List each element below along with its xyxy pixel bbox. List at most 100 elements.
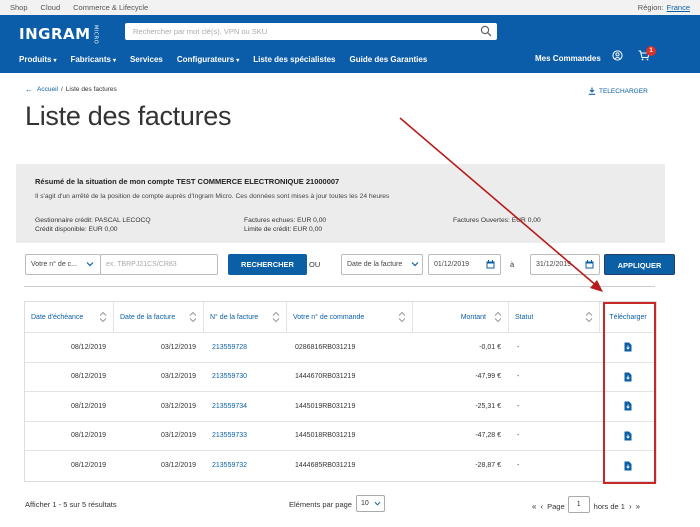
invoice-table: Date d'échéance Date de la facture N° de… xyxy=(24,301,657,482)
order-number-cell: 1445018RB031219 xyxy=(295,432,356,440)
col-download: Télécharger xyxy=(609,313,647,321)
ingram-logo[interactable]: INGRAM MICRO xyxy=(19,25,99,44)
calendar-icon[interactable] xyxy=(486,260,495,271)
breadcrumb: ← Accueil / Liste des factures xyxy=(25,85,117,94)
page-number-input[interactable]: 1 xyxy=(567,496,590,513)
order-number-cell: 1445019RB031219 xyxy=(295,402,356,410)
nav-specialistes[interactable]: Liste des spécialistes xyxy=(253,55,335,64)
search-icon[interactable] xyxy=(480,25,492,39)
my-orders-link[interactable]: Mes Commandes xyxy=(535,54,601,63)
account-summary: Résumé de la situation de mon compte TES… xyxy=(16,164,665,243)
due-date-cell: 08/12/2019 xyxy=(70,432,106,440)
chevron-down-icon xyxy=(86,260,94,270)
sort-icon[interactable] xyxy=(99,311,107,325)
status-cell: - xyxy=(517,402,520,410)
sort-icon[interactable] xyxy=(494,311,502,325)
invoice-number-link[interactable]: 213559730 xyxy=(204,363,287,392)
download-pdf-icon[interactable] xyxy=(600,363,656,392)
nav-produits[interactable]: Produits ▾ xyxy=(19,55,56,64)
sort-icon[interactable] xyxy=(398,311,406,325)
amount-cell: -25,31 € xyxy=(475,402,501,410)
main-header: INGRAM MICRO Rechercher par mot clé(s), V… xyxy=(0,15,700,73)
apply-button[interactable]: APPLIQUER xyxy=(604,254,675,275)
invoice-number-link[interactable]: 213559732 xyxy=(204,451,287,481)
download-button[interactable]: TELECHARGER xyxy=(588,87,648,95)
table-footer: Afficher 1 - 5 sur 5 résultats Eléments … xyxy=(0,495,700,514)
col-invoice-number[interactable]: N° de la facture xyxy=(204,302,287,332)
invoice-number-link[interactable]: 213559733 xyxy=(204,422,287,451)
first-page-icon[interactable]: « xyxy=(532,502,536,511)
calendar-icon[interactable] xyxy=(585,260,594,271)
region-selector[interactable]: France xyxy=(667,3,690,12)
download-pdf-icon[interactable] xyxy=(600,333,656,362)
col-due-date[interactable]: Date d'échéance xyxy=(25,302,114,332)
order-number-input[interactable]: ex. TBRPJ21CS/CR83 xyxy=(100,254,218,275)
breadcrumb-home[interactable]: Accueil xyxy=(37,86,58,93)
table-row: 08/12/2019 03/12/2019 213559728 0286816R… xyxy=(25,333,656,363)
cloud-link[interactable]: Cloud xyxy=(41,3,61,12)
per-page-select[interactable]: 10 xyxy=(356,495,385,512)
download-pdf-icon[interactable] xyxy=(600,422,656,451)
chevron-down-icon: ▾ xyxy=(112,57,116,64)
amount-cell: -28,87 € xyxy=(475,462,501,470)
user-icon[interactable] xyxy=(612,50,623,63)
download-pdf-icon[interactable] xyxy=(600,451,656,481)
sort-icon[interactable] xyxy=(272,311,280,325)
nav-garanties[interactable]: Guide des Garanties xyxy=(350,55,428,64)
status-cell: - xyxy=(517,432,520,440)
date-type-select[interactable]: Date de la facture xyxy=(341,254,423,275)
invoice-number-link[interactable]: 213559734 xyxy=(204,392,287,421)
due-date-cell: 08/12/2019 xyxy=(70,402,106,410)
filter-bar: Votre n° de c... ex. TBRPJ21CS/CR83 RECH… xyxy=(0,254,700,278)
nav-fabricants[interactable]: Fabricants ▾ xyxy=(70,55,115,64)
amount-cell: -47,99 € xyxy=(475,373,501,381)
to-label: à xyxy=(510,260,515,269)
nav-services[interactable]: Services xyxy=(130,55,163,64)
or-label: OU xyxy=(309,260,321,269)
breadcrumb-current: Liste des factures xyxy=(65,86,117,93)
prev-page-icon[interactable]: ‹ xyxy=(540,502,543,511)
col-status[interactable]: Statut xyxy=(509,302,600,332)
order-number-cell: 0286816RB031219 xyxy=(295,343,356,351)
col-amount[interactable]: Montant xyxy=(413,302,509,332)
table-row: 08/12/2019 03/12/2019 213559734 1445019R… xyxy=(25,392,656,422)
nav-configurateurs[interactable]: Configurateurs ▾ xyxy=(177,55,239,64)
shop-link[interactable]: Shop xyxy=(10,3,28,12)
status-cell: - xyxy=(517,462,520,470)
overdue-invoices: Factures echues: EUR 0,00 xyxy=(244,217,327,224)
main-nav: Produits ▾ Fabricants ▾ Services Configura… xyxy=(0,51,700,67)
credit-limit: Limite de crédit: EUR 0,00 xyxy=(244,226,323,233)
open-invoices: Factures Ouvertes: EUR 0,00 xyxy=(453,217,541,224)
search-bar[interactable]: Rechercher par mot clé(s), VPN ou SKU xyxy=(125,23,497,40)
summary-description: Il s'agit d'un arrêté de la position de … xyxy=(35,193,390,200)
top-strip: Shop Cloud Commerce & Lifecycle Région: … xyxy=(0,0,700,15)
due-date-cell: 08/12/2019 xyxy=(70,373,106,381)
arrow-left-icon[interactable]: ← xyxy=(25,85,33,94)
invoice-number-link[interactable]: 213559728 xyxy=(204,333,287,362)
commerce-lifecycle-link[interactable]: Commerce & Lifecycle xyxy=(73,3,148,12)
sort-icon[interactable] xyxy=(585,311,593,325)
table-row: 08/12/2019 03/12/2019 213559732 1444685R… xyxy=(25,451,656,481)
sort-icon[interactable] xyxy=(189,311,197,325)
page-total: hors de 1 xyxy=(593,502,625,511)
invoice-date-cell: 03/12/2019 xyxy=(160,402,196,410)
order-type-select[interactable]: Votre n° de c... xyxy=(25,254,101,275)
chevron-down-icon xyxy=(411,260,419,270)
invoice-date-cell: 03/12/2019 xyxy=(160,462,196,470)
credit-available: Crédit disponible: EUR 0,00 xyxy=(35,226,118,233)
next-page-icon[interactable]: › xyxy=(629,502,632,511)
invoice-date-cell: 03/12/2019 xyxy=(160,373,196,381)
chevron-down-icon: ▾ xyxy=(53,57,57,64)
date-from-input[interactable]: 01/12/2019 xyxy=(428,254,501,275)
last-page-icon[interactable]: » xyxy=(636,502,640,511)
date-to-input[interactable]: 31/12/2019 xyxy=(530,254,600,275)
table-row: 08/12/2019 03/12/2019 213559730 1444670R… xyxy=(25,363,656,392)
search-button[interactable]: RECHERCHER xyxy=(228,254,307,275)
download-pdf-icon[interactable] xyxy=(600,392,656,421)
due-date-cell: 08/12/2019 xyxy=(70,462,106,470)
search-input[interactable]: Rechercher par mot clé(s), VPN ou SKU xyxy=(133,27,267,36)
col-order-number[interactable]: Votre n° de commande xyxy=(287,302,413,332)
status-cell: - xyxy=(517,343,520,351)
col-invoice-date[interactable]: Date de la facture xyxy=(114,302,204,332)
amount-cell: -0,01 € xyxy=(479,343,501,351)
